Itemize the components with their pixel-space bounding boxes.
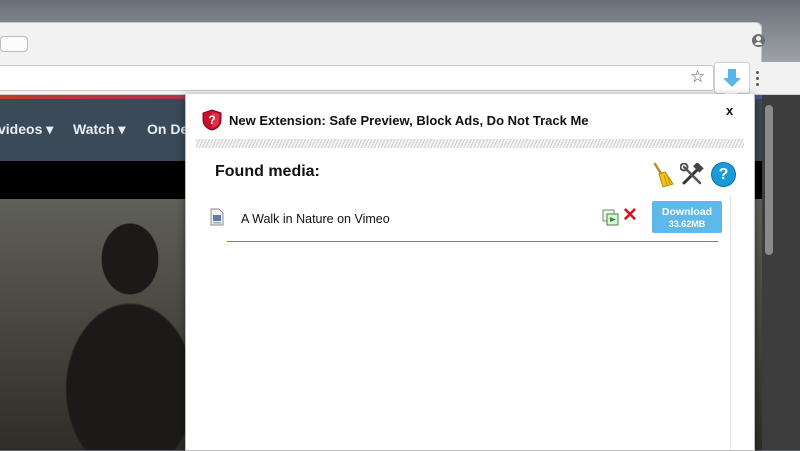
help-icon[interactable]: ? [712, 163, 735, 186]
video-file-icon [210, 208, 224, 226]
star-icon[interactable]: ☆ [690, 68, 705, 86]
kebab-icon[interactable] [756, 69, 760, 89]
copy-link-icon[interactable] [602, 209, 619, 226]
found-media-title: Found media: [215, 163, 320, 180]
broom-icon[interactable] [649, 162, 675, 188]
svg-text:?: ? [208, 113, 215, 127]
row-divider [227, 241, 718, 242]
media-title[interactable]: A Walk in Nature on Vimeo [241, 212, 390, 226]
page-scrollbar-thumb[interactable] [765, 105, 773, 255]
media-list-scrollbar[interactable] [730, 196, 741, 450]
tab-strip-button[interactable] [0, 36, 28, 52]
media-list-item: A Walk in Nature on Vimeo ✕ Download 33.… [208, 201, 722, 242]
extension-popup: ? New Extension: Safe Preview, Block Ads… [185, 94, 755, 451]
nav-item-on-demand[interactable]: On De [147, 121, 188, 137]
download-arrow-icon [723, 69, 741, 87]
remove-icon[interactable]: ✕ [622, 204, 638, 228]
shield-question-icon: ? [202, 109, 222, 131]
account-icon[interactable] [752, 34, 765, 47]
file-size: 33.62MB [668, 219, 706, 229]
nav-item-watch[interactable]: Watch ▾ [73, 121, 125, 138]
browser-toolbar: ☆ [0, 62, 800, 95]
nav-item-videos[interactable]: videos ▾ [0, 121, 53, 138]
close-button[interactable]: x [726, 103, 733, 118]
tools-icon[interactable] [680, 163, 704, 187]
promo-banner-text[interactable]: New Extension: Safe Preview, Block Ads, … [229, 113, 589, 128]
address-bar[interactable] [0, 65, 714, 91]
download-button[interactable]: Download 33.62MB [652, 201, 722, 233]
download-label: Download [661, 206, 713, 218]
browser-titlebar [0, 0, 800, 63]
banner-divider [196, 139, 744, 148]
browser-tab[interactable] [0, 22, 762, 63]
